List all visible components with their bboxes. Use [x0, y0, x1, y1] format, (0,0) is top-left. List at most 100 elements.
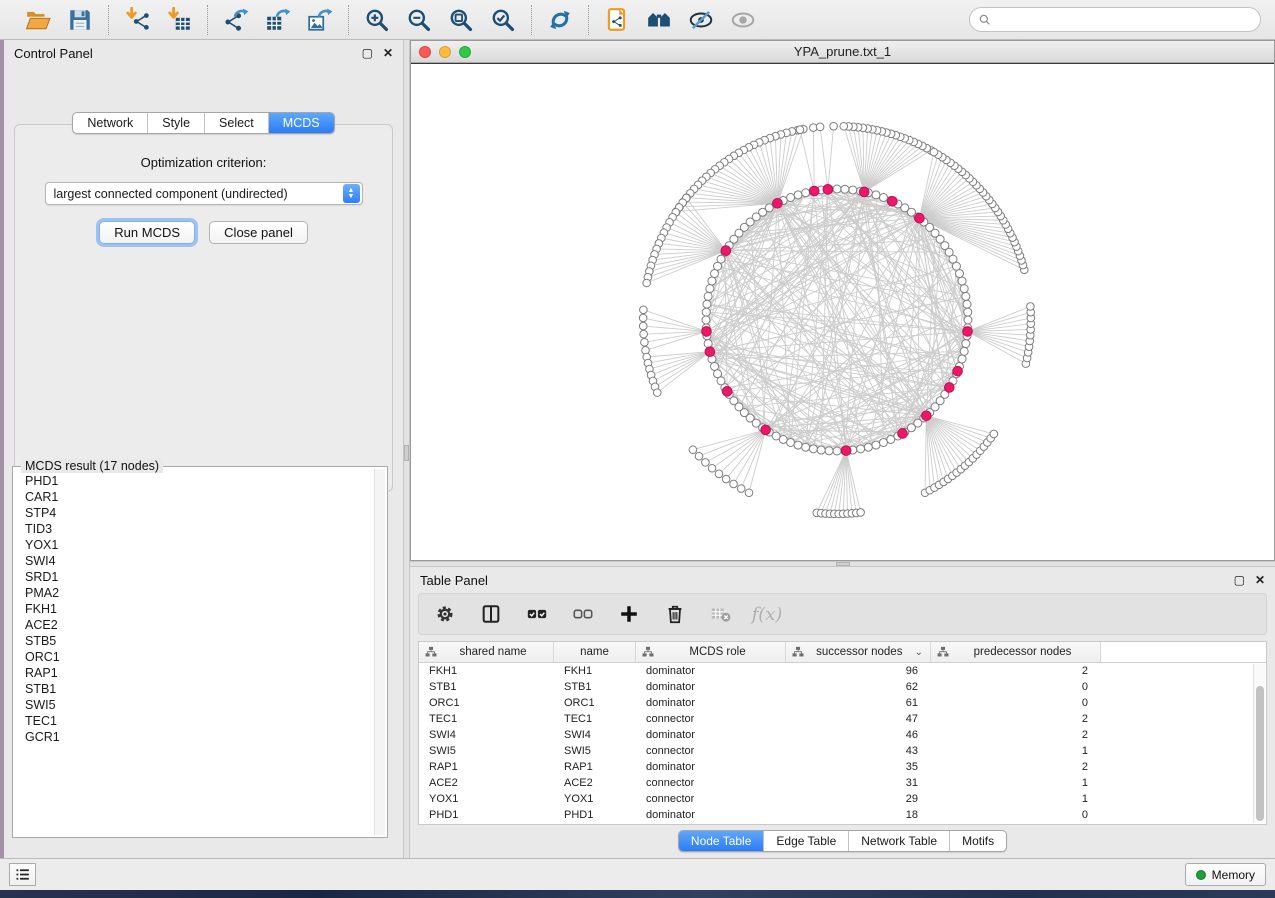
close-panel-button[interactable]: Close panel [209, 221, 308, 244]
table-row[interactable]: ACE2ACE2connector311 [419, 775, 1266, 791]
column-header-successor-nodes[interactable]: successor nodes⌄ [786, 642, 931, 662]
mcds-list-item[interactable]: STP4 [25, 505, 373, 521]
add-column-icon[interactable] [617, 602, 641, 626]
delete-icon[interactable] [663, 602, 687, 626]
mcds-list-item[interactable]: SRD1 [25, 569, 373, 585]
zoom-out-icon[interactable] [405, 6, 433, 34]
table-row[interactable]: ORC1ORC1dominator610 [419, 695, 1266, 711]
mcds-list-item[interactable]: ACE2 [25, 617, 373, 633]
mcds-list-item[interactable]: FKH1 [25, 601, 373, 617]
column-header-MCDS-role[interactable]: MCDS role [636, 642, 786, 662]
hide-graphics-icon[interactable] [687, 6, 715, 34]
table-row[interactable]: SWI5SWI5connector431 [419, 743, 1266, 759]
mcds-list-item[interactable]: RAP1 [25, 665, 373, 681]
table-row[interactable]: PHD1PHD1dominator180 [419, 807, 1266, 823]
table-row[interactable]: RAP1RAP1dominator352 [419, 759, 1266, 775]
search-box[interactable] [969, 7, 1261, 32]
table-cell: SWI4 [554, 729, 636, 741]
search-input[interactable] [998, 13, 1252, 27]
select-all-icon[interactable] [525, 602, 549, 626]
table-row[interactable]: FKH1FKH1dominator962 [419, 663, 1266, 679]
table-cell: PHD1 [419, 809, 554, 821]
mcds-list-item[interactable]: YOX1 [25, 537, 373, 553]
network-graph[interactable] [411, 64, 1274, 560]
tab-edge-table[interactable]: Edge Table [763, 831, 848, 851]
mcds-list-item[interactable]: STB5 [25, 633, 373, 649]
mcds-list-item[interactable]: ORC1 [25, 649, 373, 665]
float-panel-icon[interactable]: ▢ [362, 47, 373, 59]
import-network-icon[interactable] [123, 6, 151, 34]
zoom-in-icon[interactable] [363, 6, 391, 34]
table-row[interactable]: YOX1YOX1connector291 [419, 791, 1266, 807]
divider-handle[interactable] [836, 562, 850, 566]
tab-mcds[interactable]: MCDS [268, 113, 334, 133]
export-table-icon[interactable] [264, 6, 292, 34]
mcds-list-item[interactable]: TEC1 [25, 713, 373, 729]
table-row[interactable]: SWI4SWI4dominator462 [419, 727, 1266, 743]
column-header-shared-name[interactable]: shared name [419, 642, 554, 662]
table-cell: 47 [786, 713, 931, 725]
mcds-list-item[interactable]: SWI5 [25, 697, 373, 713]
control-panel-title: Control Panel [14, 46, 93, 61]
export-image-icon[interactable] [306, 6, 334, 34]
column-header-predecessor-nodes[interactable]: predecessor nodes [931, 642, 1101, 662]
network-view-titlebar[interactable]: YPA_prune.txt_1 [411, 41, 1274, 63]
mcds-list-item[interactable]: TID3 [25, 521, 373, 537]
show-columns-icon[interactable] [479, 602, 503, 626]
tab-network[interactable]: Network [73, 113, 147, 133]
table-cell: 0 [931, 809, 1101, 821]
mcds-list-item[interactable]: CAR1 [25, 489, 373, 505]
tab-node-table[interactable]: Node Table [679, 831, 764, 851]
settings-icon[interactable] [433, 602, 457, 626]
network-from-selection-icon[interactable] [603, 6, 631, 34]
mcds-list-item[interactable]: PMA2 [25, 585, 373, 601]
save-session-icon[interactable] [66, 6, 94, 34]
search-network-icon[interactable] [645, 6, 673, 34]
mcds-result-list[interactable]: PHD1CAR1STP4TID3YOX1SWI4SRD1PMA2FKH1ACE2… [15, 471, 373, 835]
close-panel-icon[interactable]: ✕ [383, 47, 393, 59]
run-mcds-button[interactable]: Run MCDS [99, 221, 195, 244]
table-cell: 31 [786, 777, 931, 789]
table-cell: 35 [786, 761, 931, 773]
import-table-icon[interactable] [165, 6, 193, 34]
tab-select[interactable]: Select [204, 113, 268, 133]
mcds-tab-pane: Optimization criterion: largest connecte… [14, 124, 393, 492]
table-cell: ACE2 [554, 777, 636, 789]
table-cell: 2 [931, 713, 1101, 725]
mcds-list-item[interactable]: PHD1 [25, 473, 373, 489]
memory-button[interactable]: Memory [1185, 863, 1266, 886]
network-canvas[interactable] [411, 63, 1274, 560]
optimization-criterion-select[interactable]: largest connected component (undirected)… [45, 182, 363, 205]
table-body: FKH1FKH1dominator962STB1STB1dominator620… [419, 663, 1266, 823]
table-scrollbar[interactable] [1253, 664, 1265, 823]
table-row[interactable]: STB1STB1dominator620 [419, 679, 1266, 695]
optimization-criterion-value: largest connected component (undirected) [46, 187, 343, 201]
export-network-icon[interactable] [222, 6, 250, 34]
column-header-filler [1101, 642, 1266, 662]
close-panel-icon[interactable]: ✕ [1255, 574, 1265, 586]
show-graphics-icon [729, 6, 757, 34]
table-scrollbar-thumb[interactable] [1256, 686, 1264, 821]
tab-network-table[interactable]: Network Table [848, 831, 949, 851]
mcds-list-item[interactable]: SWI4 [25, 553, 373, 569]
float-panel-icon[interactable]: ▢ [1234, 574, 1245, 586]
table-row[interactable]: TEC1TEC1connector472 [419, 711, 1266, 727]
column-header-name[interactable]: name [554, 642, 636, 662]
task-history-button[interactable] [9, 863, 36, 886]
tab-style[interactable]: Style [147, 113, 204, 133]
tab-motifs[interactable]: Motifs [949, 831, 1006, 851]
zoom-selected-icon[interactable] [489, 6, 517, 34]
zoom-fit-icon[interactable] [447, 6, 475, 34]
mcds-list-item[interactable]: GCR1 [25, 729, 373, 745]
mcds-list-item[interactable]: STB1 [25, 681, 373, 697]
node-table: shared namenameMCDS rolesuccessor nodes⌄… [418, 641, 1267, 825]
open-file-icon[interactable] [24, 6, 52, 34]
divider-handle[interactable] [404, 445, 409, 461]
mcds-result-scrollbar[interactable] [374, 469, 385, 835]
deselect-all-icon[interactable] [571, 602, 595, 626]
table-cell: dominator [636, 697, 786, 709]
vertical-split-divider[interactable] [403, 40, 410, 858]
table-cell: dominator [636, 681, 786, 693]
table-cell: 96 [786, 665, 931, 677]
refresh-icon[interactable] [546, 6, 574, 34]
